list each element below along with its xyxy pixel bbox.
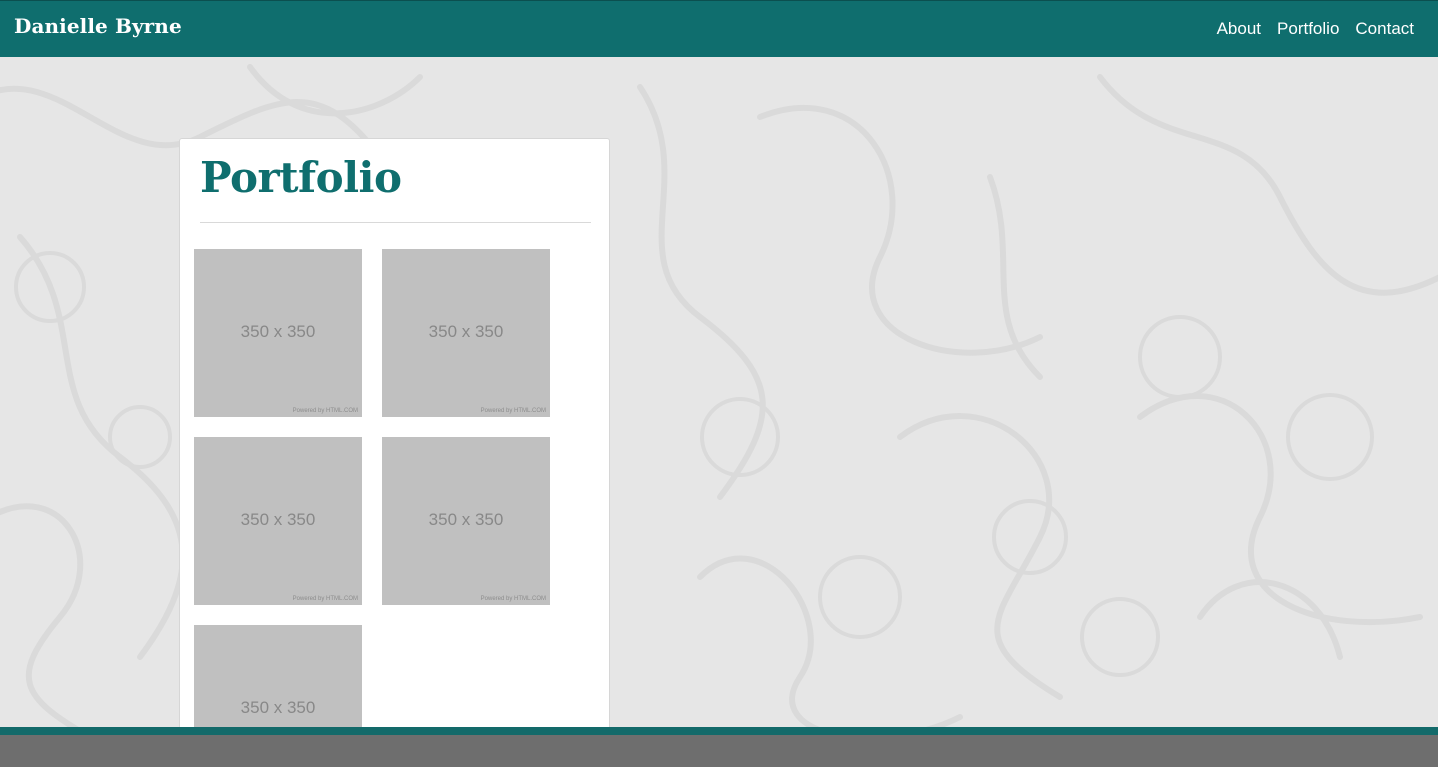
nav-link-portfolio[interactable]: Portfolio <box>1277 19 1339 39</box>
brand-logo-link[interactable]: Danielle Byrne <box>14 14 182 38</box>
top-navbar: Danielle Byrne About Portfolio Contact <box>0 0 1438 57</box>
thumbnail-credit: Powered by HTML.COM <box>480 408 546 414</box>
portfolio-thumbnail[interactable]: 350 x 350 Powered by HTML.COM <box>194 437 362 605</box>
page-footer <box>0 735 1438 767</box>
thumbnail-size-label: 350 x 350 <box>240 510 316 529</box>
thumbnail-size-label: 350 x 350 <box>240 322 316 341</box>
thumbnail-credit: Powered by HTML.COM <box>292 596 358 602</box>
footer-accent-band <box>0 727 1438 735</box>
title-divider <box>200 222 591 223</box>
thumbnail-size-label: 350 x 350 <box>428 322 504 341</box>
page-title: Portfolio <box>200 153 402 202</box>
main-nav: About Portfolio Contact <box>1217 19 1414 39</box>
portfolio-thumbnail[interactable]: 350 x 350 Powered by HTML.COM <box>382 249 550 417</box>
nav-link-contact[interactable]: Contact <box>1355 19 1414 39</box>
portfolio-thumbnail[interactable]: 350 x 350 Powered by HTML.COM <box>382 437 550 605</box>
portfolio-thumbnail[interactable]: 350 x 350 Powered by HTML.COM <box>194 249 362 417</box>
thumbnail-size-label: 350 x 350 <box>240 698 316 717</box>
thumbnail-credit: Powered by HTML.COM <box>292 408 358 414</box>
thumbnail-credit: Powered by HTML.COM <box>480 596 546 602</box>
nav-link-about[interactable]: About <box>1217 19 1261 39</box>
thumbnail-size-label: 350 x 350 <box>428 510 504 529</box>
portfolio-card: Portfolio 350 x 350 Powered by HTML.COM … <box>179 138 610 767</box>
